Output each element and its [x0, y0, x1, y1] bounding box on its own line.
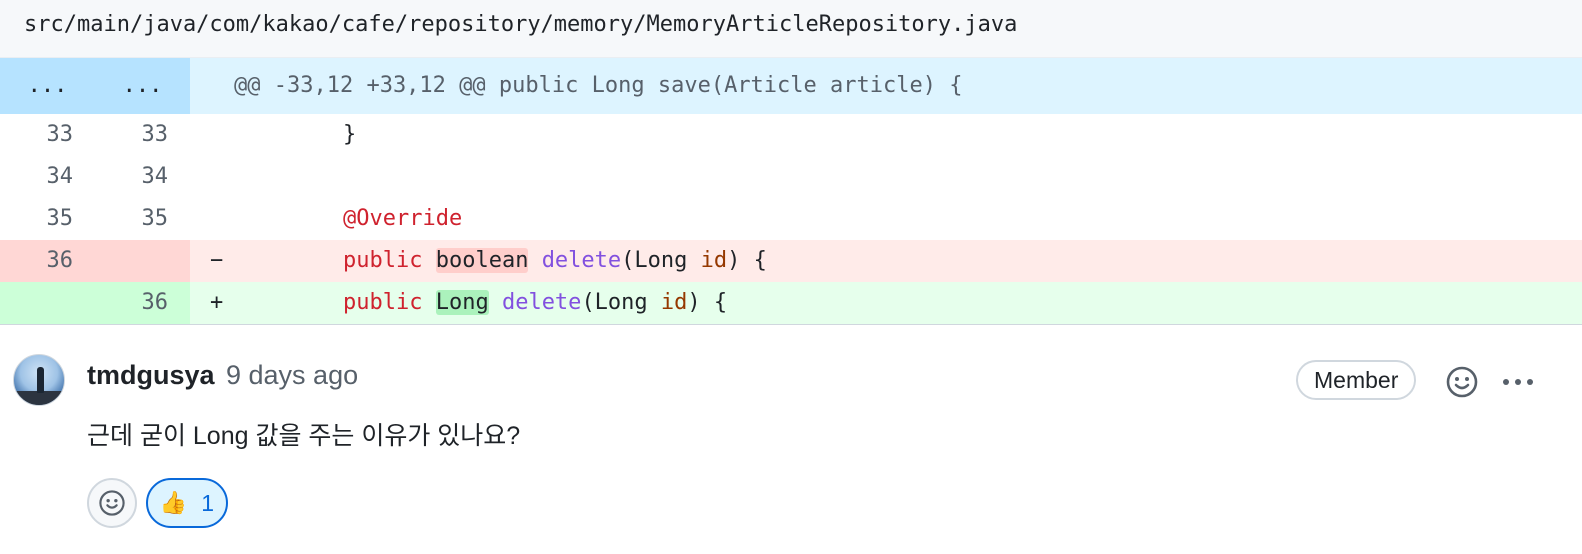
more-options-button[interactable]	[1496, 360, 1540, 404]
old-line-number[interactable]: 33	[0, 114, 95, 156]
avatar[interactable]	[13, 354, 65, 406]
diff-marker: −	[190, 240, 290, 282]
code-line: public Long delete(Long id) {	[290, 282, 1582, 324]
param-token: id	[660, 290, 688, 315]
keyword-token: public	[342, 290, 423, 315]
comment-body: 근데 굳이 Long 값을 주는 이유가 있나요?	[87, 422, 521, 450]
new-line-number[interactable]: 33	[95, 114, 190, 156]
add-reaction-button[interactable]	[1440, 360, 1484, 404]
smiley-icon	[1446, 366, 1478, 398]
changed-token: Long	[435, 290, 489, 315]
deleted-line[interactable]: 36 − public boolean delete(Long id) {	[0, 240, 1582, 282]
diff-marker	[190, 114, 290, 156]
new-line-number[interactable]: 36	[95, 282, 190, 324]
review-comment: tmdgusya 9 days ago Member 근데 굳이 Long 값을…	[0, 324, 1582, 554]
diff-line[interactable]: 35 35 @Override	[0, 198, 1582, 240]
code-token: ) {	[727, 248, 767, 273]
diff-line[interactable]: 34 34	[0, 156, 1582, 198]
thumbs-up-reaction[interactable]: 👍 1	[146, 478, 228, 528]
old-line-number[interactable]: 36	[0, 240, 95, 282]
code-line: public boolean delete(Long id) {	[290, 240, 1582, 282]
file-path-header[interactable]: src/main/java/com/kakao/cafe/repository/…	[0, 0, 1582, 58]
diff-line[interactable]: 33 33 }	[0, 114, 1582, 156]
function-token: delete	[501, 290, 582, 315]
old-line-number[interactable]: 35	[0, 198, 95, 240]
diff-marker	[190, 198, 290, 240]
add-reaction-button[interactable]	[87, 478, 137, 528]
annotation-token: @Override	[342, 206, 463, 231]
avatar-ground	[14, 391, 64, 405]
keyword-token: public	[342, 248, 423, 273]
hunk-expand-left[interactable]: ...	[0, 58, 95, 114]
member-badge: Member	[1296, 360, 1417, 400]
code-token: (Long	[581, 290, 661, 315]
param-token: id	[700, 248, 728, 273]
old-line-number[interactable]	[0, 282, 95, 324]
hunk-header: @@ -33,12 +33,12 @@ public Long save(Art…	[190, 58, 1582, 114]
changed-token: boolean	[435, 248, 529, 273]
comment-author[interactable]: tmdgusya	[87, 360, 215, 391]
added-line[interactable]: 36 + public Long delete(Long id) {	[0, 282, 1582, 324]
new-line-number[interactable]: 35	[95, 198, 190, 240]
diff-marker: +	[190, 282, 290, 324]
avatar-figure	[37, 367, 44, 393]
old-line-number[interactable]: 34	[0, 156, 95, 198]
reaction-count: 1	[201, 489, 215, 516]
code-token: (Long	[621, 248, 701, 273]
new-line-number[interactable]	[95, 240, 190, 282]
hunk-expand-right[interactable]: ...	[95, 58, 190, 114]
diff-table: ... ... @@ -33,12 +33,12 @@ public Long …	[0, 58, 1582, 325]
hunk-row[interactable]: ... ... @@ -33,12 +33,12 @@ public Long …	[0, 58, 1582, 114]
comment-timestamp[interactable]: 9 days ago	[226, 360, 358, 391]
new-line-number[interactable]: 34	[95, 156, 190, 198]
code-line: @Override	[290, 198, 1582, 240]
function-token: delete	[541, 248, 622, 273]
code-line: }	[290, 122, 357, 147]
thumbs-up-icon: 👍	[159, 490, 188, 515]
diff-marker	[190, 156, 290, 198]
smiley-icon	[99, 490, 125, 516]
code-token: ) {	[687, 290, 728, 315]
kebab-horizontal-icon	[1503, 379, 1533, 385]
